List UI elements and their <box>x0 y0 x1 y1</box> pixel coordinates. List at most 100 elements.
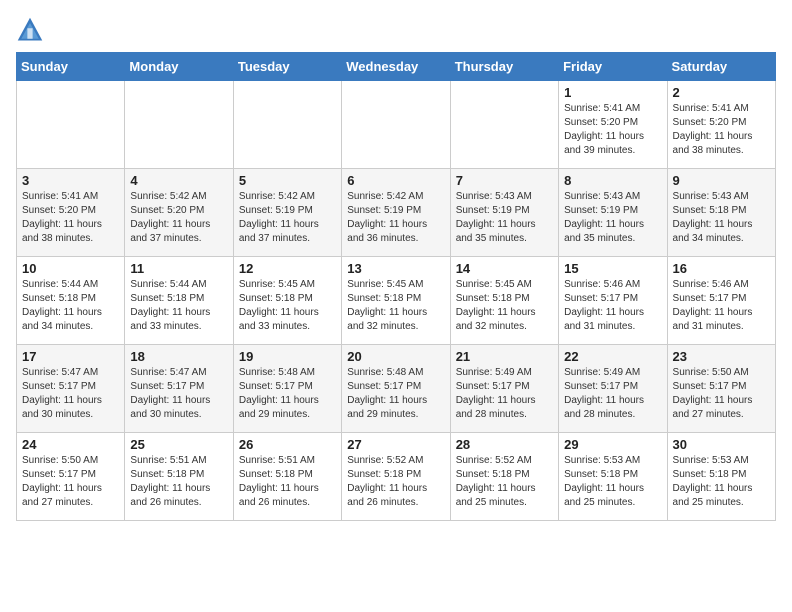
weekday-header: Saturday <box>667 53 775 81</box>
day-number: 3 <box>22 173 119 188</box>
calendar-cell: 7 Sunrise: 5:43 AM Sunset: 5:19 PM Daylig… <box>450 169 558 257</box>
logo-icon <box>16 16 44 44</box>
day-number: 2 <box>673 85 770 100</box>
day-info: Sunrise: 5:43 AM Sunset: 5:18 PM Dayligh… <box>673 190 770 246</box>
day-number: 30 <box>673 437 770 452</box>
day-info: Sunrise: 5:46 AM Sunset: 5:17 PM Dayligh… <box>564 278 661 334</box>
calendar-cell: 28 Sunrise: 5:52 AM Sunset: 5:18 PM Dayli… <box>450 433 558 521</box>
calendar-cell: 15 Sunrise: 5:46 AM Sunset: 5:17 PM Dayli… <box>559 257 667 345</box>
day-number: 14 <box>456 261 553 276</box>
day-info: Sunrise: 5:45 AM Sunset: 5:18 PM Dayligh… <box>456 278 553 334</box>
day-info: Sunrise: 5:41 AM Sunset: 5:20 PM Dayligh… <box>564 102 661 158</box>
day-info: Sunrise: 5:45 AM Sunset: 5:18 PM Dayligh… <box>239 278 336 334</box>
day-number: 27 <box>347 437 444 452</box>
day-number: 1 <box>564 85 661 100</box>
day-number: 11 <box>130 261 227 276</box>
calendar-cell: 20 Sunrise: 5:48 AM Sunset: 5:17 PM Dayli… <box>342 345 450 433</box>
calendar-cell <box>17 81 125 169</box>
day-number: 15 <box>564 261 661 276</box>
day-info: Sunrise: 5:44 AM Sunset: 5:18 PM Dayligh… <box>22 278 119 334</box>
day-number: 16 <box>673 261 770 276</box>
day-number: 13 <box>347 261 444 276</box>
day-info: Sunrise: 5:51 AM Sunset: 5:18 PM Dayligh… <box>130 454 227 510</box>
calendar-cell <box>450 81 558 169</box>
weekday-header: Friday <box>559 53 667 81</box>
calendar-cell: 12 Sunrise: 5:45 AM Sunset: 5:18 PM Dayli… <box>233 257 341 345</box>
calendar-week-row: 24 Sunrise: 5:50 AM Sunset: 5:17 PM Dayli… <box>17 433 776 521</box>
calendar-cell: 19 Sunrise: 5:48 AM Sunset: 5:17 PM Dayli… <box>233 345 341 433</box>
weekday-header: Sunday <box>17 53 125 81</box>
day-number: 20 <box>347 349 444 364</box>
day-number: 19 <box>239 349 336 364</box>
calendar-cell: 11 Sunrise: 5:44 AM Sunset: 5:18 PM Dayli… <box>125 257 233 345</box>
day-number: 21 <box>456 349 553 364</box>
day-info: Sunrise: 5:53 AM Sunset: 5:18 PM Dayligh… <box>564 454 661 510</box>
day-number: 6 <box>347 173 444 188</box>
day-info: Sunrise: 5:46 AM Sunset: 5:17 PM Dayligh… <box>673 278 770 334</box>
day-info: Sunrise: 5:50 AM Sunset: 5:17 PM Dayligh… <box>673 366 770 422</box>
day-number: 12 <box>239 261 336 276</box>
calendar-cell: 8 Sunrise: 5:43 AM Sunset: 5:19 PM Daylig… <box>559 169 667 257</box>
day-info: Sunrise: 5:45 AM Sunset: 5:18 PM Dayligh… <box>347 278 444 334</box>
day-info: Sunrise: 5:52 AM Sunset: 5:18 PM Dayligh… <box>456 454 553 510</box>
day-info: Sunrise: 5:43 AM Sunset: 5:19 PM Dayligh… <box>456 190 553 246</box>
day-info: Sunrise: 5:42 AM Sunset: 5:19 PM Dayligh… <box>239 190 336 246</box>
calendar-cell: 17Sunrise: 5:47 AM Sunset: 5:17 PM Dayli… <box>17 345 125 433</box>
calendar: SundayMondayTuesdayWednesdayThursdayFrid… <box>16 52 776 521</box>
day-info: Sunrise: 5:47 AM Sunset: 5:17 PM Dayligh… <box>130 366 227 422</box>
calendar-cell: 1 Sunrise: 5:41 AM Sunset: 5:20 PM Daylig… <box>559 81 667 169</box>
calendar-header-row: SundayMondayTuesdayWednesdayThursdayFrid… <box>17 53 776 81</box>
calendar-cell: 16 Sunrise: 5:46 AM Sunset: 5:17 PM Dayli… <box>667 257 775 345</box>
page-header <box>16 16 776 44</box>
day-number: 4 <box>130 173 227 188</box>
day-info: Sunrise: 5:41 AM Sunset: 5:20 PM Dayligh… <box>673 102 770 158</box>
calendar-cell: 18 Sunrise: 5:47 AM Sunset: 5:17 PM Dayli… <box>125 345 233 433</box>
calendar-cell: 5Sunrise: 5:42 AM Sunset: 5:19 PM Daylig… <box>233 169 341 257</box>
day-info: Sunrise: 5:49 AM Sunset: 5:17 PM Dayligh… <box>456 366 553 422</box>
calendar-cell: 24 Sunrise: 5:50 AM Sunset: 5:17 PM Dayli… <box>17 433 125 521</box>
day-info: Sunrise: 5:50 AM Sunset: 5:17 PM Dayligh… <box>22 454 119 510</box>
weekday-header: Tuesday <box>233 53 341 81</box>
day-number: 17 <box>22 349 119 364</box>
calendar-cell: 29 Sunrise: 5:53 AM Sunset: 5:18 PM Dayli… <box>559 433 667 521</box>
weekday-header: Wednesday <box>342 53 450 81</box>
day-info: Sunrise: 5:43 AM Sunset: 5:19 PM Dayligh… <box>564 190 661 246</box>
calendar-cell: 10Sunrise: 5:44 AM Sunset: 5:18 PM Dayli… <box>17 257 125 345</box>
day-number: 29 <box>564 437 661 452</box>
calendar-cell: 25 Sunrise: 5:51 AM Sunset: 5:18 PM Dayli… <box>125 433 233 521</box>
day-info: Sunrise: 5:42 AM Sunset: 5:20 PM Dayligh… <box>130 190 227 246</box>
day-info: Sunrise: 5:53 AM Sunset: 5:18 PM Dayligh… <box>673 454 770 510</box>
calendar-cell: 3Sunrise: 5:41 AM Sunset: 5:20 PM Daylig… <box>17 169 125 257</box>
day-number: 24 <box>22 437 119 452</box>
calendar-cell <box>233 81 341 169</box>
day-number: 23 <box>673 349 770 364</box>
logo <box>16 16 48 44</box>
day-info: Sunrise: 5:48 AM Sunset: 5:17 PM Dayligh… <box>239 366 336 422</box>
day-number: 18 <box>130 349 227 364</box>
day-number: 25 <box>130 437 227 452</box>
day-number: 28 <box>456 437 553 452</box>
calendar-week-row: 3Sunrise: 5:41 AM Sunset: 5:20 PM Daylig… <box>17 169 776 257</box>
day-info: Sunrise: 5:42 AM Sunset: 5:19 PM Dayligh… <box>347 190 444 246</box>
day-number: 22 <box>564 349 661 364</box>
day-info: Sunrise: 5:52 AM Sunset: 5:18 PM Dayligh… <box>347 454 444 510</box>
calendar-week-row: 10Sunrise: 5:44 AM Sunset: 5:18 PM Dayli… <box>17 257 776 345</box>
day-number: 26 <box>239 437 336 452</box>
calendar-cell: 26Sunrise: 5:51 AM Sunset: 5:18 PM Dayli… <box>233 433 341 521</box>
day-number: 8 <box>564 173 661 188</box>
day-info: Sunrise: 5:49 AM Sunset: 5:17 PM Dayligh… <box>564 366 661 422</box>
day-info: Sunrise: 5:48 AM Sunset: 5:17 PM Dayligh… <box>347 366 444 422</box>
calendar-cell: 4 Sunrise: 5:42 AM Sunset: 5:20 PM Daylig… <box>125 169 233 257</box>
day-number: 9 <box>673 173 770 188</box>
day-info: Sunrise: 5:44 AM Sunset: 5:18 PM Dayligh… <box>130 278 227 334</box>
weekday-header: Thursday <box>450 53 558 81</box>
calendar-cell: 23 Sunrise: 5:50 AM Sunset: 5:17 PM Dayli… <box>667 345 775 433</box>
calendar-cell: 6 Sunrise: 5:42 AM Sunset: 5:19 PM Daylig… <box>342 169 450 257</box>
calendar-cell <box>125 81 233 169</box>
weekday-header: Monday <box>125 53 233 81</box>
calendar-week-row: 1 Sunrise: 5:41 AM Sunset: 5:20 PM Daylig… <box>17 81 776 169</box>
calendar-cell: 27 Sunrise: 5:52 AM Sunset: 5:18 PM Dayli… <box>342 433 450 521</box>
calendar-cell: 30 Sunrise: 5:53 AM Sunset: 5:18 PM Dayli… <box>667 433 775 521</box>
day-number: 7 <box>456 173 553 188</box>
calendar-cell: 22 Sunrise: 5:49 AM Sunset: 5:17 PM Dayli… <box>559 345 667 433</box>
